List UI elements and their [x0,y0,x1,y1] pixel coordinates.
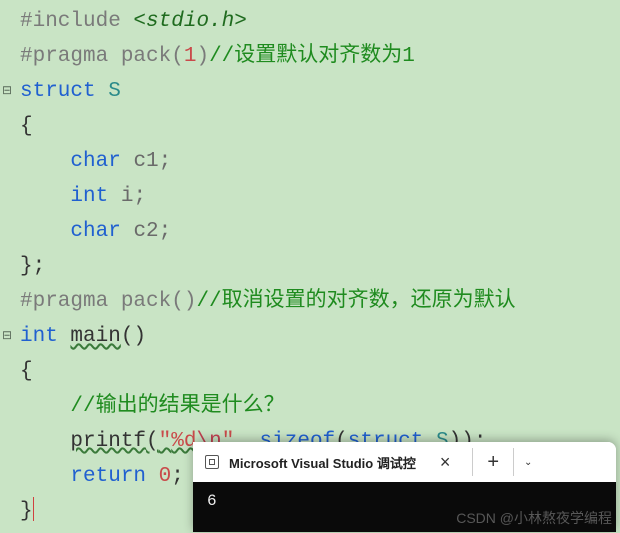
paren: ( [146,430,159,453]
fold-icon[interactable]: ⊟ [0,319,14,354]
code-line[interactable]: ⊟ int main() [0,319,620,354]
preproc-directive: #pragma pack [20,45,171,68]
code-line[interactable]: #pragma pack()//取消设置的对齐数，还原为默认 [0,284,620,319]
brace-close: } [20,500,33,523]
preproc-directive: #include [20,10,121,33]
number-literal: 0 [159,465,172,488]
code-line[interactable]: ⊟ struct S [0,74,620,109]
keyword-struct: struct [20,80,96,103]
new-tab-button[interactable]: + [473,442,513,482]
code-line[interactable]: #pragma pack(1)//设置默认对齐数为1 [0,39,620,74]
tab-title: Microsoft Visual Studio 调试控 [229,453,416,472]
text-cursor [33,497,34,521]
comment: //取消设置的对齐数，还原为默认 [196,290,515,313]
tab-bar: Microsoft Visual Studio 调试控 × + ⌄ [193,442,616,482]
identifier: c2; [121,220,171,243]
comment: //设置默认对齐数为1 [209,45,415,68]
terminal-icon [205,455,219,469]
type-keyword: char [70,220,120,243]
expand-button[interactable]: ⌄ [514,442,542,482]
close-icon[interactable]: × [426,452,461,473]
code-line[interactable]: { [0,354,620,389]
function-main: main [70,325,120,348]
brace-close: }; [20,255,45,278]
paren: ( [171,45,184,68]
include-lib: stdio.h [146,10,234,33]
parens: () [171,290,196,313]
watermark: CSDN @小林熬夜学编程 [456,508,612,528]
fold-icon[interactable]: ⊟ [0,74,14,109]
identifier: c1; [121,150,171,173]
printf-call: printf [70,430,146,453]
terminal-tab[interactable]: Microsoft Visual Studio 调试控 × [193,442,472,482]
brace-open: { [20,360,33,383]
number-literal: 1 [184,45,197,68]
code-line[interactable]: char c2; [0,214,620,249]
type-keyword: int [70,185,108,208]
type-keyword: int [20,325,58,348]
code-line[interactable]: { [0,109,620,144]
identifier: i; [108,185,146,208]
brace-open: { [20,115,33,138]
return-keyword: return [70,465,146,488]
code-line[interactable]: #include <stdio.h> [0,4,620,39]
code-line[interactable]: char c1; [0,144,620,179]
code-line[interactable]: int i; [0,179,620,214]
code-line[interactable]: //输出的结果是什么？ [0,389,620,424]
angle-close: > [234,10,247,33]
comment: //输出的结果是什么？ [70,395,284,418]
type-keyword: char [70,150,120,173]
paren: ) [196,45,209,68]
parens: () [121,325,146,348]
angle-open: < [121,10,146,33]
output-value: 6 [207,492,217,510]
struct-name: S [96,80,121,103]
code-line[interactable]: }; [0,249,620,284]
preproc-directive: #pragma pack [20,290,171,313]
